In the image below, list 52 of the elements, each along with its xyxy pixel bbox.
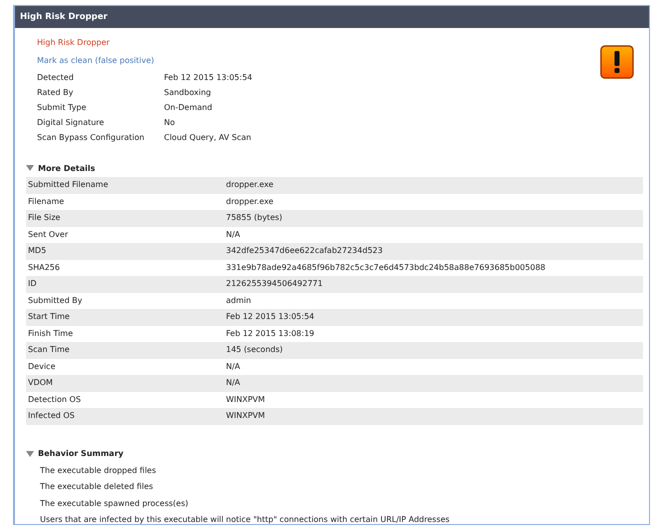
table-cell-text: Submitted By bbox=[28, 294, 84, 307]
table-cell-text: VDOM bbox=[28, 377, 54, 389]
table-cell-text: File Size bbox=[28, 212, 62, 224]
table-cell-text: Infected OS bbox=[28, 410, 76, 422]
table-cell-text: admin bbox=[226, 294, 252, 306]
field-value: Cloud Query, AV Scan bbox=[164, 132, 252, 144]
table-cell-text: 331e9b78ade92a4685f96b782c5c3c7e6d4573bdc24b58a88e7693685b005088 bbox=[226, 262, 546, 274]
table-cell-text: Scan Time bbox=[28, 344, 71, 356]
table-cell-text: WINXPVM bbox=[226, 394, 265, 406]
table-cell-text: 75855 (bytes) bbox=[226, 212, 282, 224]
field-value: No bbox=[164, 117, 175, 129]
table-cell-text: Submitted Filename bbox=[28, 179, 110, 191]
section-header[interactable]: More Details bbox=[26, 161, 643, 175]
table-cell-text: MD5 bbox=[28, 245, 48, 257]
section-header[interactable]: Behavior Summary bbox=[26, 446, 643, 460]
table-cell-text: Sent Over bbox=[28, 228, 69, 240]
table-cell-text: N/A bbox=[226, 377, 240, 389]
field-value: Feb 12 2015 13:05:54 bbox=[164, 72, 252, 84]
collapse-icon bbox=[26, 450, 34, 456]
table-cell-text: WINXPVM bbox=[226, 410, 265, 422]
table-cell-text: N/A bbox=[226, 360, 240, 372]
field-label: Rated By bbox=[37, 87, 74, 99]
field-label: Detected bbox=[37, 72, 75, 84]
table-cell-text: 342dfe25347d6ee622cafab27234d523 bbox=[226, 245, 383, 257]
window-title: High Risk Dropper bbox=[15, 6, 649, 28]
table-cell-text: Finish Time bbox=[28, 328, 74, 340]
table-cell-text: Start Time bbox=[28, 311, 71, 323]
table-cell-text: 145 (seconds) bbox=[226, 344, 283, 356]
field-value: Sandboxing bbox=[164, 87, 211, 99]
field-value: On-Demand bbox=[164, 102, 212, 114]
table-cell-text: dropper.exe bbox=[226, 196, 274, 208]
table-cell-text: N/A bbox=[226, 228, 240, 240]
behavior-text: The executable deleted files bbox=[40, 481, 154, 493]
field-label: Scan Bypass Configuration bbox=[37, 132, 146, 144]
table-cell-text: 2126255394506492771 bbox=[226, 278, 323, 290]
table-cell-text: Feb 12 2015 13:08:19 bbox=[226, 328, 314, 340]
table-cell-text: dropper.exe bbox=[226, 179, 274, 191]
field-label: Submit Type bbox=[37, 102, 88, 114]
behavior-text: The executable dropped files bbox=[40, 464, 158, 477]
table-cell-text: SHA256 bbox=[28, 262, 61, 274]
behavior-text: The executable spawned process(es) bbox=[40, 498, 190, 510]
collapse-icon bbox=[26, 165, 34, 171]
table-cell-text: ID bbox=[28, 278, 38, 290]
table-cell-text: Device bbox=[28, 360, 56, 372]
field-label: Digital Signature bbox=[37, 117, 106, 129]
table-cell-text: Feb 12 2015 13:05:54 bbox=[226, 311, 314, 323]
table-cell-text: Detection OS bbox=[28, 394, 82, 406]
warning-icon bbox=[600, 45, 634, 79]
verdict-text: High Risk Dropper bbox=[37, 38, 111, 49]
behavior-text: Users that are infected by this executable will notice "http" connections with certain URL/IP Addresses bbox=[40, 514, 451, 524]
mark-clean-link[interactable]: Mark as clean (false positive) bbox=[37, 56, 154, 65]
table-cell-text: Filename bbox=[28, 196, 66, 208]
